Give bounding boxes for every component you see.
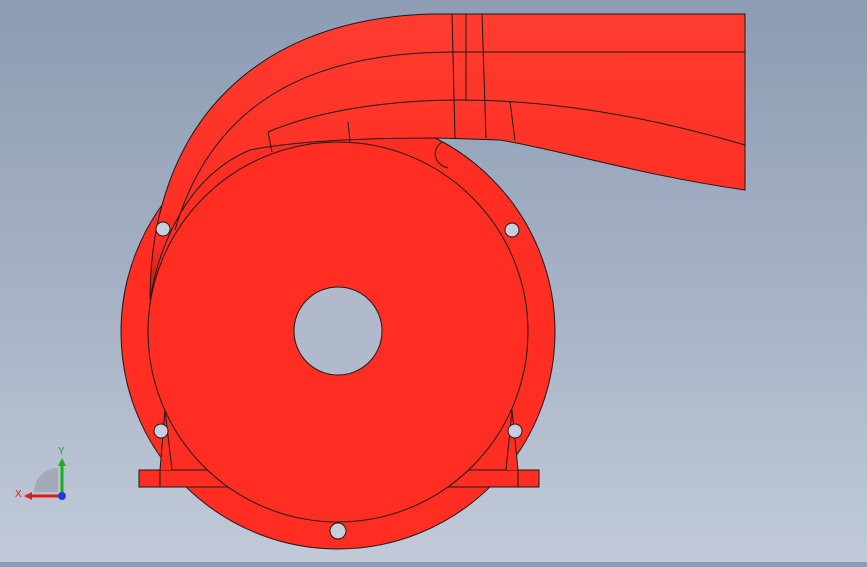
z-axis-dot-icon	[58, 492, 66, 500]
axis-triad: Y X	[12, 440, 82, 510]
bolt-hole-lower-right[interactable]	[507, 423, 523, 439]
y-axis-label: Y	[58, 446, 65, 457]
3d-viewport[interactable]: Y X	[0, 0, 867, 562]
bolt-hole-bottom[interactable]	[329, 522, 347, 540]
y-arrow-icon	[58, 458, 66, 466]
x-arrow-icon	[24, 492, 32, 500]
bolt-hole-upper-left[interactable]	[155, 221, 171, 237]
shaft-hole[interactable]	[293, 286, 383, 376]
bolt-hole-lower-left[interactable]	[153, 423, 169, 439]
x-axis-label: X	[15, 489, 22, 500]
model-canvas[interactable]	[0, 0, 867, 562]
bolt-hole-upper-right[interactable]	[504, 222, 520, 238]
